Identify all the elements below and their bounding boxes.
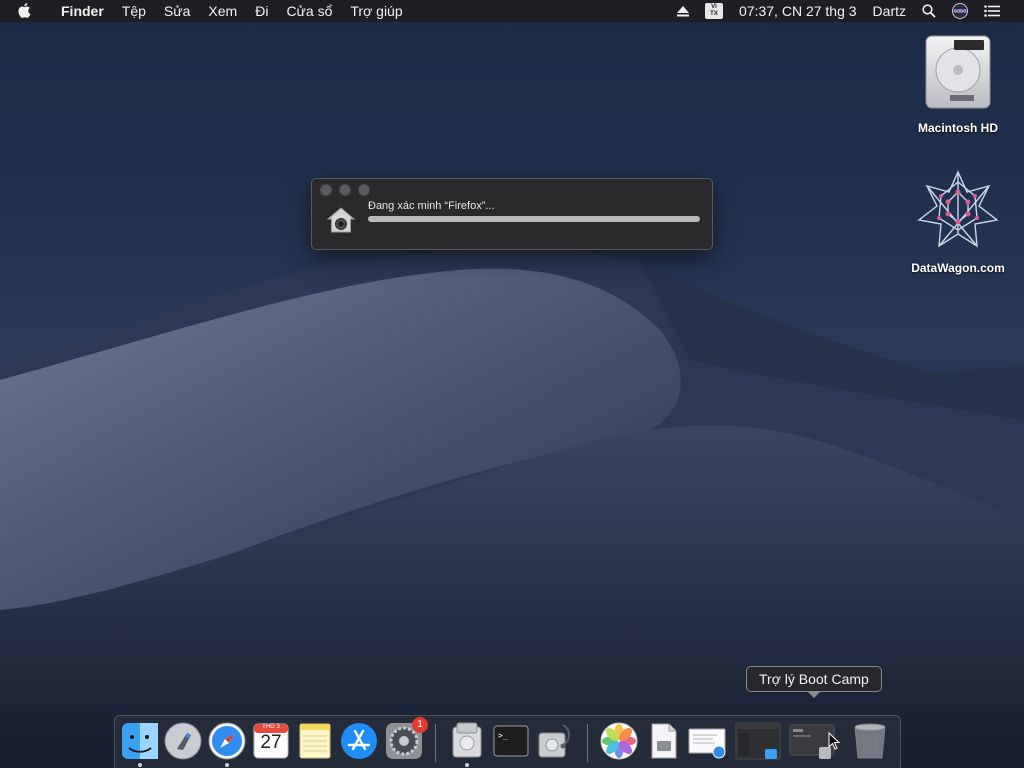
hard-drive-icon (925, 35, 991, 109)
dock-tooltip: Trợ lý Boot Camp (746, 666, 882, 698)
calendar-month: THG 3 (262, 724, 280, 730)
dock: THG 3 27 1 >_ (114, 715, 901, 768)
notes-icon[interactable] (295, 721, 335, 761)
minimize-button[interactable] (339, 184, 351, 196)
eject-icon[interactable] (669, 0, 697, 22)
menubar-user[interactable]: Dartz (865, 0, 914, 22)
menu-finder[interactable]: Finder (52, 0, 113, 22)
preview-file-icon[interactable] (643, 721, 683, 761)
desktop-wallpaper (0, 248, 1024, 768)
svg-text:>_: >_ (498, 731, 508, 740)
notification-badge: 1 (412, 717, 428, 733)
safari-icon[interactable] (207, 721, 247, 761)
menu-window[interactable]: Cửa sổ (277, 0, 341, 22)
desktop-item-label: Macintosh HD (917, 121, 998, 135)
input-source-bottom: TX (710, 11, 718, 17)
mail-document-icon[interactable] (687, 721, 727, 761)
desktop-item-macintosh-hd[interactable]: Macintosh HD (898, 32, 1018, 135)
siri-icon[interactable] (944, 0, 976, 22)
trash-icon[interactable] (850, 721, 890, 761)
spotlight-icon[interactable] (914, 0, 944, 22)
menu-go[interactable]: Đi (246, 0, 277, 22)
input-source-icon[interactable]: VI TX (697, 0, 731, 22)
menu-view[interactable]: Xem (199, 0, 246, 22)
gatekeeper-icon (326, 207, 356, 233)
verification-message: Đang xác minh “Firefox”... (368, 200, 495, 212)
finder-icon[interactable] (120, 721, 160, 761)
calendar-icon[interactable]: THG 3 27 (251, 721, 291, 761)
app-store-icon[interactable] (339, 721, 379, 761)
running-indicator (138, 763, 142, 767)
menu-file[interactable]: Tệp (113, 0, 155, 22)
running-indicator (465, 763, 469, 767)
desktop-item-label: DataWagon.com (911, 261, 1005, 275)
input-source-top: VI (711, 4, 717, 10)
finder-window-icon[interactable] (735, 721, 783, 761)
system-preferences-icon[interactable]: 1 (384, 717, 428, 761)
hard-drive-utility-icon[interactable] (447, 721, 487, 761)
menubar-clock[interactable]: 07:37, CN 27 thg 3 (731, 0, 865, 22)
progress-bar-fill (368, 216, 700, 222)
running-indicator (225, 763, 229, 767)
window-controls (320, 184, 370, 196)
calendar-day: 27 (260, 732, 282, 753)
mouse-cursor-icon (828, 732, 840, 750)
menu-edit[interactable]: Sửa (155, 0, 200, 22)
close-button[interactable] (320, 184, 332, 196)
disk-utility-icon[interactable] (535, 721, 575, 761)
progress-bar (368, 216, 700, 222)
datawagon-logo-icon (917, 170, 999, 248)
dock-separator (435, 724, 436, 762)
photos-icon[interactable] (599, 721, 639, 761)
menu-help[interactable]: Trợ giúp (341, 0, 411, 22)
desktop-item-datawagon[interactable]: DataWagon.com (898, 168, 1018, 275)
apple-icon[interactable] (18, 0, 38, 22)
launchpad-icon[interactable] (163, 721, 203, 761)
terminal-icon[interactable]: >_ (491, 721, 531, 761)
menu-bar: Finder Tệp Sửa Xem Đi Cửa sổ Trợ giúp VI… (0, 0, 1024, 22)
dock-separator (587, 724, 588, 762)
notification-center-icon[interactable] (976, 0, 1008, 22)
verification-window: Đang xác minh “Firefox”... (311, 178, 713, 250)
zoom-button[interactable] (358, 184, 370, 196)
